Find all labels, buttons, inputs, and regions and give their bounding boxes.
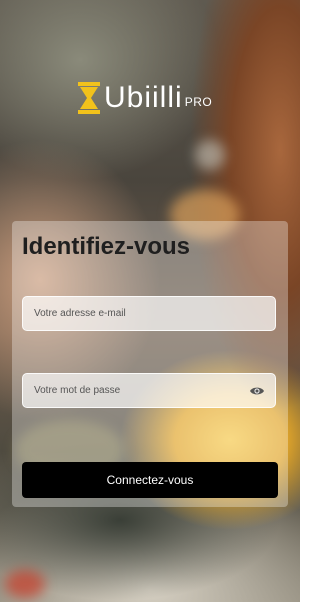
email-input[interactable] <box>23 297 275 330</box>
brand-logo: Ubiilli PRO <box>78 78 212 114</box>
login-card: Identifiez-vous Connectez-vous <box>12 221 288 507</box>
brand-suffix: PRO <box>184 95 213 109</box>
login-button[interactable]: Connectez-vous <box>22 462 278 498</box>
login-screen: Ubiilli PRO Identifiez-vous Connectez-vo… <box>0 0 300 602</box>
email-field[interactable] <box>22 296 276 331</box>
password-input[interactable] <box>23 374 275 407</box>
brand-name: Ubiilli <box>104 81 183 114</box>
background-photo-tomato <box>5 570 45 598</box>
hourglass-icon <box>78 82 100 114</box>
page-title: Identifiez-vous <box>22 233 191 260</box>
password-field[interactable] <box>22 373 276 408</box>
eye-icon[interactable] <box>249 384 265 398</box>
background-photo-bokeh <box>195 140 225 170</box>
